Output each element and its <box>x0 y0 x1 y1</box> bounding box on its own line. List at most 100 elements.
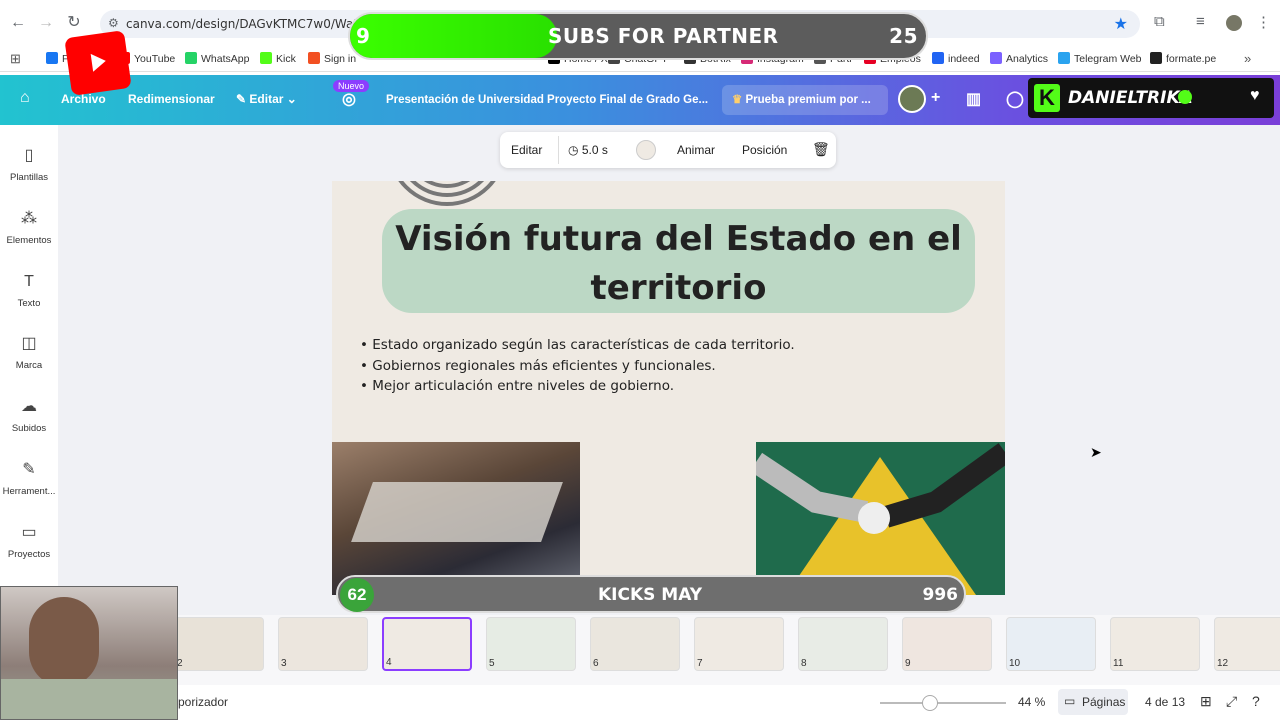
pencil-icon: ✎ <box>236 92 247 106</box>
media-icon[interactable]: ≡ <box>1196 13 1205 30</box>
bottom-bar: porizador 44 % ▭ Páginas 4 de 13 ⊞ ⤢ ? <box>178 685 1280 720</box>
bookmark-sign-in[interactable]: Sign in <box>308 51 356 67</box>
posicion-button[interactable]: Posición <box>742 143 787 157</box>
bookmark-favicon-icon <box>932 52 944 64</box>
premium-trial-button[interactable]: ♛ Prueba premium por ... <box>722 85 888 115</box>
animar-button[interactable]: Animar <box>677 143 715 157</box>
screen: ← → ↻ ⚙ canva.com/design/DAGvKTMC7w0/WaL… <box>0 0 1280 720</box>
color-swatch[interactable] <box>636 140 656 160</box>
bullet-text: Mejor articulación entre niveles de gobi… <box>372 378 675 394</box>
bookmark-whatsapp[interactable]: WhatsApp <box>185 51 249 67</box>
subs-current: 9 <box>356 24 371 48</box>
nuevo-badge: Nuevo <box>333 80 370 92</box>
pages-label: Páginas <box>1082 695 1126 709</box>
bullet-list[interactable]: • Estado organizado según las caracterís… <box>360 337 795 399</box>
bookmark-indeed[interactable]: indeed <box>932 51 980 67</box>
thumbnail-number: 2 <box>178 658 183 669</box>
sidebar-item-proyectos[interactable]: ▭ Proyectos <box>0 524 58 560</box>
reload-icon[interactable]: ↻ <box>64 13 84 33</box>
user-avatar[interactable] <box>898 85 926 113</box>
bookmark-analytics[interactable]: Analytics <box>990 51 1048 67</box>
bookmark-label: Sign in <box>324 53 357 65</box>
bullet-item: • Estado organizado según las caracterís… <box>360 337 795 353</box>
bookmark-formate-pe[interactable]: formate.pe <box>1150 51 1216 67</box>
duration-button[interactable]: ◷ 5.0 s <box>568 143 608 157</box>
page-thumbnail[interactable]: 11 <box>1110 617 1200 671</box>
profile-avatar[interactable] <box>1226 15 1242 31</box>
page-thumbnail[interactable]: 12 <box>1214 617 1280 671</box>
apps-grid-icon[interactable]: ⊞ <box>10 51 21 67</box>
page-thumbnail[interactable]: 8 <box>798 617 888 671</box>
bullet-item: • Mejor articulación entre niveles de go… <box>360 378 675 394</box>
streamer-name: DANIELTRIKA <box>1068 88 1193 108</box>
design-title[interactable]: Presentación de Universidad Proyecto Fin… <box>386 94 708 106</box>
grid-view-icon[interactable]: ⊞ <box>1200 693 1212 710</box>
toolbar-editar-button[interactable]: Editar <box>511 143 542 157</box>
sidebar-label: Marca <box>15 360 43 371</box>
zoom-slider-handle[interactable] <box>922 695 938 711</box>
bookmark-label: Telegram Web <box>1074 53 1142 65</box>
sidebar-label: Texto <box>17 298 41 309</box>
timer-label[interactable]: porizador <box>178 695 228 709</box>
handshake-image[interactable] <box>756 442 1005 595</box>
extensions-icon[interactable]: ⧉ <box>1154 13 1165 30</box>
menu-icon[interactable]: ⋮ <box>1256 13 1271 31</box>
sidebar-item-marca[interactable]: ◫ Marca <box>0 335 58 371</box>
back-icon[interactable]: ← <box>8 13 28 33</box>
home-icon[interactable]: ⌂ <box>20 89 30 107</box>
bullet-item: • Gobiernos regionales más eficientes y … <box>360 357 716 374</box>
pages-button[interactable]: ▭ Páginas <box>1058 689 1128 715</box>
uploads-icon: ☁ <box>21 398 37 415</box>
page-thumbnail[interactable]: 3 <box>278 617 368 671</box>
zoom-slider[interactable] <box>880 702 1006 704</box>
thumbnail-number: 4 <box>386 657 392 668</box>
duration-label: 5.0 s <box>581 143 608 157</box>
page-thumbnail[interactable]: 10 <box>1006 617 1096 671</box>
site-info-icon[interactable]: ⚙ <box>108 16 124 32</box>
page-thumbnail[interactable]: 2 <box>178 617 264 671</box>
webcam-feed <box>0 586 178 720</box>
comments-icon[interactable]: ◯ <box>1006 89 1024 109</box>
page-thumbnail[interactable]: 6 <box>590 617 680 671</box>
page-thumbnail[interactable]: 4 <box>382 617 472 671</box>
help-icon[interactable]: ? <box>1252 693 1260 709</box>
menu-editar-label: Editar <box>249 92 284 106</box>
sidebar-item-texto[interactable]: T Texto <box>0 273 58 309</box>
analytics-icon[interactable]: ▥ <box>966 89 981 109</box>
sidebar-item-subidos[interactable]: ☁ Subidos <box>0 398 58 434</box>
meeting-photo[interactable] <box>332 442 580 595</box>
bookmark-kick[interactable]: Kick <box>260 51 296 67</box>
kicks-right-count: 996 <box>922 585 959 605</box>
thumbnail-number: 11 <box>1113 658 1124 669</box>
sidebar-label: Herrament... <box>2 486 56 497</box>
bookmark-favicon-icon <box>1150 52 1162 64</box>
zoom-level[interactable]: 44 % <box>1018 695 1045 709</box>
menu-redimensionar[interactable]: Redimensionar <box>128 92 215 106</box>
sidebar-item-plantillas[interactable]: ▯ Plantillas <box>0 147 58 183</box>
forward-icon[interactable]: → <box>36 13 56 33</box>
bookmark-star-icon[interactable]: ★ <box>1114 14 1128 34</box>
thumbnail-number: 8 <box>801 658 807 669</box>
subs-goal-bar: 9 SUBS FOR PARTNER 25 <box>348 12 928 60</box>
trash-icon[interactable]: 🗑 <box>812 141 830 158</box>
text-icon: T <box>24 273 34 290</box>
slide-title[interactable]: Visión futura del Estado en el territori… <box>382 215 975 313</box>
bookmark-telegram-web[interactable]: Telegram Web <box>1058 51 1142 67</box>
sidebar-item-herramientas[interactable]: ✎ Herrament... <box>0 461 58 497</box>
save-status-icon[interactable]: ◎ <box>342 89 356 109</box>
kick-logo-icon: K <box>1034 84 1060 112</box>
kick-streamer-badge: K DANIELTRIKA ♥ <box>1028 78 1274 118</box>
page-thumbnail[interactable]: 5 <box>486 617 576 671</box>
add-collaborator-icon[interactable]: + <box>931 89 940 107</box>
bookmark-label: Kick <box>276 53 296 65</box>
menu-editar[interactable]: ✎ Editar ⌄ <box>236 92 297 106</box>
page-thumbnail[interactable]: 9 <box>902 617 992 671</box>
pages-icon: ▭ <box>1064 694 1076 708</box>
page-thumbnail[interactable]: 7 <box>694 617 784 671</box>
slide-canvas[interactable]: Visión futura del Estado en el territori… <box>332 181 1005 595</box>
clock-icon: ◷ <box>568 143 582 157</box>
fullscreen-icon[interactable]: ⤢ <box>1226 693 1237 710</box>
kicks-label: KICKS MAY <box>598 585 703 605</box>
sidebar-item-elementos[interactable]: ⁂ Elementos <box>0 210 58 246</box>
more-bookmarks-icon[interactable]: » <box>1244 51 1251 67</box>
